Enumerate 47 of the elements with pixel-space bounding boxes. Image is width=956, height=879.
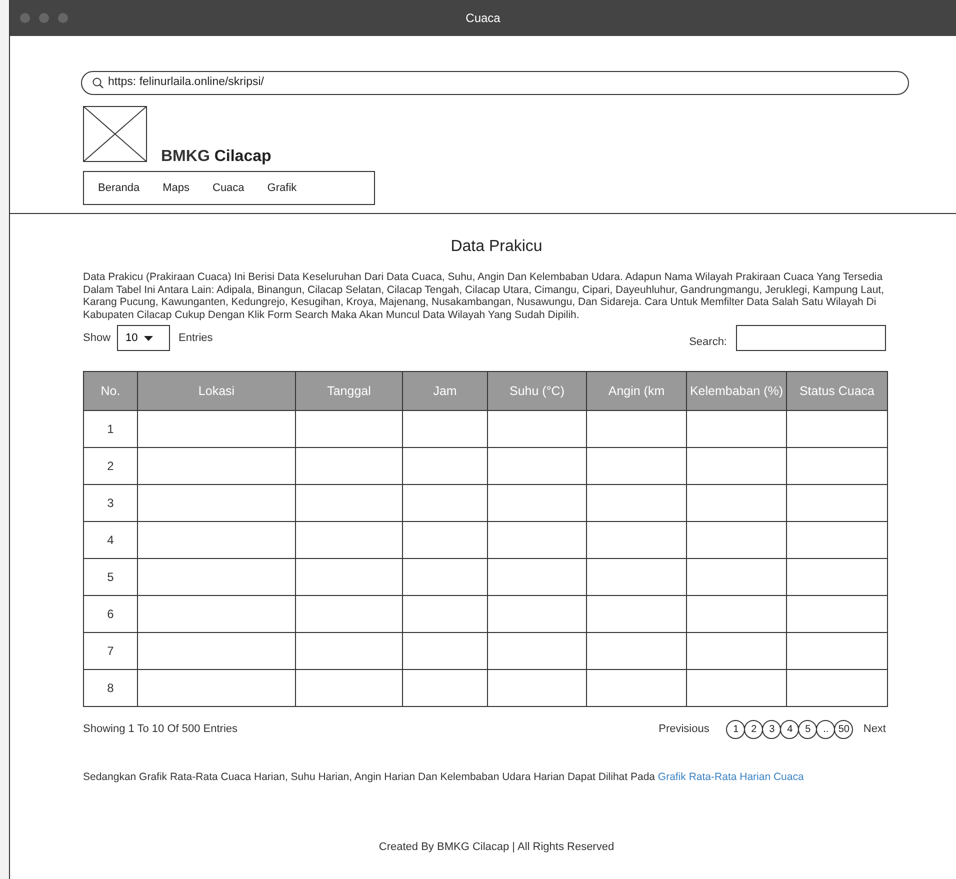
previous-link[interactable]: Previsious xyxy=(658,721,710,738)
brand-title: BMKG Cilacap xyxy=(161,149,272,165)
entries-label: Entries xyxy=(178,330,213,346)
row-number: 2 xyxy=(84,448,138,484)
url-text: https: felinurlaila.online/skripsi/ xyxy=(108,75,264,90)
entries-dropdown[interactable]: 10 xyxy=(116,325,170,351)
chart-link[interactable]: Grafik Rata-Rata Harian Cuaca xyxy=(658,771,804,783)
column-header: Tanggal xyxy=(296,372,402,410)
nav-link[interactable]: Cuaca xyxy=(212,180,244,196)
page-button[interactable]: 3 xyxy=(762,720,782,739)
row-number: 1 xyxy=(84,410,138,448)
show-label: Show xyxy=(83,330,111,346)
column-header: Kelembaban (%) xyxy=(686,372,786,410)
image-placeholder xyxy=(83,106,147,162)
entries-info: Showing 1 To 10 Of 500 Entries xyxy=(83,722,238,738)
address-bar[interactable]: https: felinurlaila.online/skripsi/ xyxy=(81,71,909,95)
column-header: Status Cuaca xyxy=(786,372,888,410)
row-number: 3 xyxy=(84,484,138,522)
window-title: Cuaca xyxy=(466,10,500,27)
page-button[interactable]: 50 xyxy=(834,720,854,739)
page-button[interactable]: 1 xyxy=(726,720,746,739)
column-header: Lokasi xyxy=(138,372,296,410)
page-button[interactable]: 4 xyxy=(780,720,800,739)
column-header: No. xyxy=(84,372,138,410)
page-button[interactable]: 5 xyxy=(798,720,818,739)
nav-link[interactable]: Maps xyxy=(162,180,190,196)
row-number: 7 xyxy=(84,632,138,670)
search-field[interactable] xyxy=(736,325,886,351)
page-button[interactable]: 2 xyxy=(744,720,764,739)
row-number: 4 xyxy=(84,522,138,558)
row-number: 5 xyxy=(84,558,138,596)
page-button[interactable]: .. xyxy=(816,720,836,739)
row-number: 6 xyxy=(84,596,138,632)
search-icon xyxy=(92,77,104,89)
note-text: Sedangkan Grafik Rata-Rata Cuaca Harian, Suhu Harian, Angin Harian Dan Kelembaban Udara Harian Dapat Dilihat Pada Grafik Rata-Rata Harian Cuaca xyxy=(83,770,805,785)
footer-text: Created By BMKG Cilacap | All Rights Reserved xyxy=(378,840,616,855)
column-header: Jam xyxy=(402,372,488,410)
nav-link[interactable]: Grafik xyxy=(267,180,297,196)
column-header: Suhu (°C) xyxy=(488,372,586,410)
nav-link[interactable]: Beranda xyxy=(98,180,140,196)
description-text: Data Prakicu (Prakiraan Cuaca) Ini Berisi Data Keseluruhan Dari Data Cuaca, Suhu, Angin Dan Kelembaban Udara. Adapun Nama Wilayah Prakiraan Cuaca Yang Tersedia Dalam Tabel Ini Antara Lain: Adipala, Binangun, Cilacap Selatan, Cilacap Tengah, Cilacap Utara, Cimangu, Cipari, Dayeuhluhur, Gandrungmangu, Jeruklegi, Kampung Laut, Karang Pucung, Kawunganten, Kedungrejo, Kesugihan, Kroya, Majenang, Nusakambangan, Nusawungu, Dan Sidareja. Cara Untuk Memfilter Data Salah Satu Wilayah Di Kabupaten Cilacap Cukup Dengan Klik Form Search Maka Akan Muncul Data Wilayah Yang Sudah Dipilih. xyxy=(83,271,886,321)
next-link[interactable]: Next xyxy=(863,721,886,738)
caret-icon xyxy=(144,336,153,340)
page-heading: Data Prakicu xyxy=(450,237,544,257)
search-label: Search: xyxy=(689,334,727,350)
row-number: 8 xyxy=(84,670,138,706)
column-header: Angin (km xyxy=(586,372,686,410)
